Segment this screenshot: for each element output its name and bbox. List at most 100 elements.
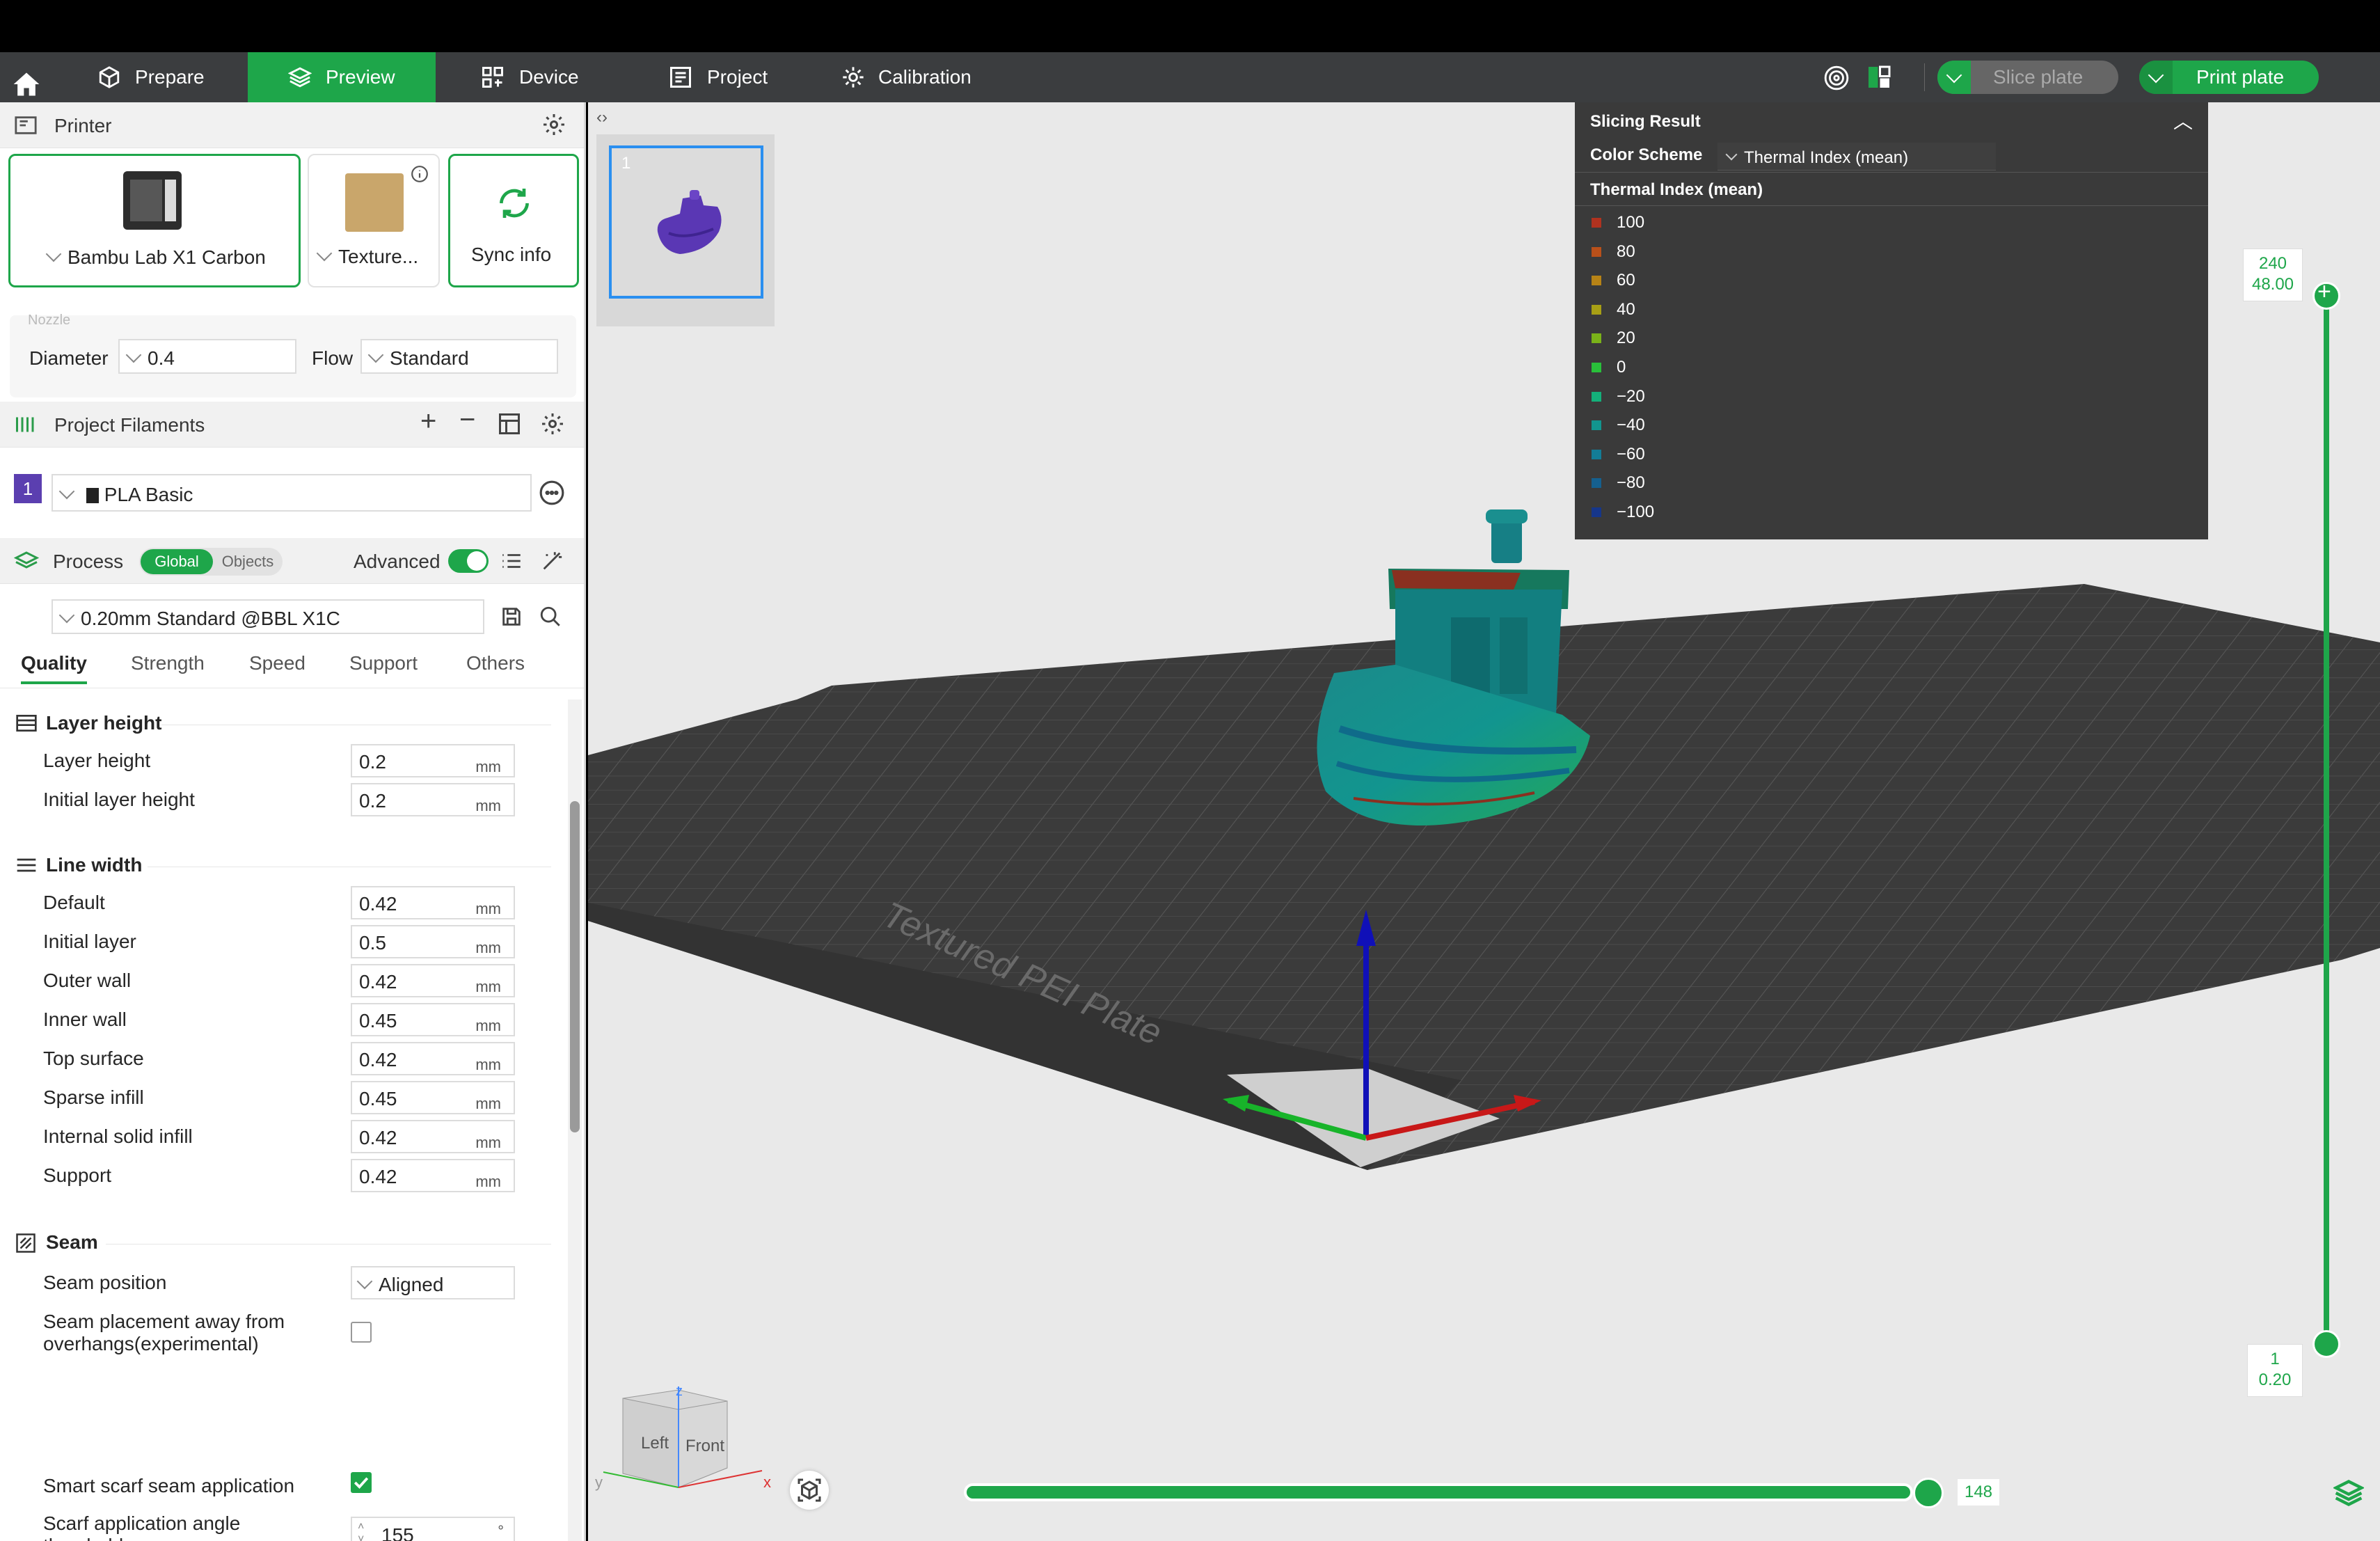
advanced-label: Advanced: [354, 551, 441, 572]
chevron-down-icon: [2148, 67, 2164, 84]
view-cube-front[interactable]: Front: [685, 1437, 724, 1455]
save-icon[interactable]: [500, 605, 523, 629]
gear-icon[interactable]: [540, 411, 565, 436]
tab-quality[interactable]: Quality: [21, 652, 87, 684]
toggle-global[interactable]: Global: [141, 549, 213, 574]
smart-scarf-checkbox[interactable]: [351, 1472, 372, 1493]
line-width-section-header: Line width: [15, 851, 551, 879]
line-width-row-input[interactable]: 0.45 mm: [351, 1081, 515, 1114]
legend-value: 60: [1617, 271, 1635, 290]
legend-swatch: [1592, 420, 1601, 431]
layer-height-rows: Layer height 0.2 mm Initial layer height 0.2…: [0, 744, 557, 828]
diameter-select[interactable]: 0.4: [118, 339, 296, 374]
3d-preview-viewport[interactable]: ‹› 1 Textured PEI Plate Slicing Result ︿…: [588, 102, 2380, 1541]
list-icon[interactable]: [500, 549, 523, 573]
settings-scrollbar[interactable]: [568, 700, 582, 1541]
magic-wand-icon[interactable]: [540, 549, 564, 573]
scrollbar-thumb[interactable]: [570, 801, 580, 1132]
tab-label: Preview: [326, 66, 395, 88]
legend-entry: 0: [1575, 353, 1626, 382]
layout-icon[interactable]: [1866, 65, 1891, 90]
collapse-legend-icon[interactable]: ︿: [2173, 106, 2193, 134]
tab-device[interactable]: Device: [480, 52, 640, 102]
advanced-switch[interactable]: [448, 549, 489, 573]
layer-slider-track[interactable]: [2324, 299, 2329, 1344]
plate-card[interactable]: Texture...: [308, 154, 440, 287]
more-icon[interactable]: [539, 480, 565, 506]
layer-slider-top-handle[interactable]: +: [2312, 278, 2340, 310]
tab-preview[interactable]: Preview: [248, 52, 436, 102]
tab-support[interactable]: Support: [349, 652, 418, 674]
move-slider-handle[interactable]: [1913, 1478, 1944, 1508]
seam-away-overhangs-checkbox[interactable]: [351, 1322, 372, 1343]
layer-height-section-header: Layer height: [15, 709, 551, 737]
unit-label: mm: [475, 1095, 501, 1112]
calibration-icon: [843, 67, 864, 88]
toggle-objects[interactable]: Objects: [216, 549, 280, 574]
remove-filament-button[interactable]: −: [459, 404, 475, 436]
line-width-row-input[interactable]: 0.45 mm: [351, 1003, 515, 1036]
printer-select[interactable]: Bambu Lab X1 Carbon: [45, 246, 266, 269]
info-icon[interactable]: [411, 165, 429, 183]
chevron-down-icon: [316, 245, 333, 262]
layer-height-row-input[interactable]: 0.2 mm: [351, 744, 515, 777]
seam-away-overhangs-label: Seam placement away from overhangs(exper…: [43, 1311, 285, 1354]
line-width-row-label: Sparse infill: [43, 1086, 144, 1108]
target-icon[interactable]: [1823, 65, 1850, 91]
line-width-row-input[interactable]: 0.5 mm: [351, 925, 515, 958]
layers-view-icon[interactable]: [2333, 1478, 2364, 1508]
move-slider-track[interactable]: [964, 1483, 1913, 1501]
global-objects-toggle[interactable]: Global Objects: [139, 548, 283, 576]
printer-card[interactable]: Bambu Lab X1 Carbon: [8, 154, 301, 287]
line-width-row-value: 0.42: [359, 971, 397, 993]
flow-select[interactable]: Standard: [360, 339, 558, 374]
tab-project[interactable]: Project: [668, 52, 828, 102]
add-filament-button[interactable]: +: [420, 406, 436, 437]
view-cube[interactable]: Left Front y x z: [588, 1383, 783, 1541]
line-width-row-input[interactable]: 0.42 mm: [351, 1120, 515, 1153]
seam-position-select[interactable]: Aligned: [351, 1266, 515, 1299]
legend-value: 40: [1617, 299, 1635, 319]
tab-calibration[interactable]: Calibration: [842, 52, 1023, 102]
tab-prepare[interactable]: Prepare: [97, 52, 244, 102]
sync-info-button[interactable]: Sync info: [448, 154, 579, 287]
plate-select[interactable]: Texture...: [316, 245, 418, 268]
layer-height-row-input[interactable]: 0.2 mm: [351, 783, 515, 816]
search-icon[interactable]: [539, 605, 562, 629]
legend-entry: −40: [1575, 411, 1645, 440]
color-scheme-label: Color Scheme: [1590, 145, 1703, 164]
seam-position-label: Seam position: [43, 1272, 167, 1293]
legend-value: 80: [1617, 242, 1635, 261]
scarf-angle-input[interactable]: ˄ ˅ 155 °: [351, 1517, 515, 1541]
fit-view-button[interactable]: [790, 1471, 829, 1510]
print-plate-button[interactable]: Print plate: [2139, 61, 2319, 94]
tab-label: Prepare: [135, 66, 205, 88]
print-dropdown[interactable]: [2139, 61, 2173, 94]
line-width-row-input[interactable]: 0.42 mm: [351, 964, 515, 997]
legend-swatch: [1592, 363, 1601, 372]
slice-plate-button[interactable]: Slice plate: [1937, 61, 2118, 94]
spin-arrows-icon[interactable]: ˄ ˅: [358, 1521, 364, 1541]
line-width-row-input[interactable]: 0.42 mm: [351, 1159, 515, 1192]
line-width-row-input[interactable]: 0.42 mm: [351, 886, 515, 919]
tab-strength[interactable]: Strength: [131, 652, 205, 674]
filament-select[interactable]: PLA Basic: [51, 474, 532, 512]
color-scheme-select[interactable]: Thermal Index (mean): [1717, 143, 1996, 171]
seam-section-header: Seam: [15, 1228, 551, 1256]
main-menu-bar: Prepare Preview Device Project Calibrati…: [0, 52, 2380, 102]
filament-index-badge[interactable]: 1: [14, 474, 42, 503]
unit-label: mm: [475, 1134, 501, 1151]
line-width-row-label: Initial layer: [43, 931, 136, 952]
gear-icon[interactable]: [541, 112, 566, 137]
slice-dropdown[interactable]: [1937, 61, 1971, 94]
filament-grid-icon[interactable]: [497, 411, 522, 436]
layer-slider-bottom-handle[interactable]: [2312, 1330, 2340, 1358]
view-cube-left[interactable]: Left: [641, 1434, 669, 1453]
process-preset-select[interactable]: 0.20mm Standard @BBL X1C: [51, 599, 484, 634]
line-width-row-input[interactable]: 0.42 mm: [351, 1042, 515, 1075]
tab-others[interactable]: Others: [466, 652, 525, 674]
legend-value: −20: [1617, 386, 1645, 406]
layers-icon: [288, 67, 312, 88]
line-width-row-label: Default: [43, 892, 105, 913]
tab-speed[interactable]: Speed: [249, 652, 306, 674]
